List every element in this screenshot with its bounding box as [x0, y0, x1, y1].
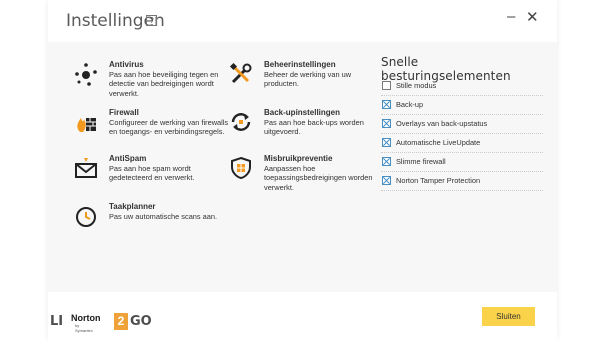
quick-item-slimme-firewall[interactable]: Slimme firewall — [381, 153, 543, 172]
help-icon[interactable]: ? — [146, 15, 157, 26]
setting-title: Misbruikpreventie — [264, 154, 333, 163]
minimize-button[interactable]: – — [507, 8, 515, 25]
setting-desc: Pas aan hoe back-ups worden uitgevoerd. — [264, 118, 364, 137]
checkbox[interactable] — [382, 157, 391, 166]
quick-item-overlays[interactable]: Overlays van back-upstatus — [381, 115, 543, 134]
logo-text-left: LI — [50, 314, 64, 329]
setting-title: Taakplanner — [109, 202, 156, 211]
setting-desc: Configureer de werking van firewalls en … — [109, 118, 229, 137]
title-bar: Instellingen ? – ✕ — [48, 0, 557, 42]
setting-desc: Pas uw automatische scans aan. — [109, 212, 218, 221]
checkbox[interactable] — [382, 176, 391, 185]
quick-item-label: Slimme firewall — [396, 157, 446, 166]
settings-window: Instellingen ? – ✕ Antivirus Pas aan hoe… — [48, 0, 557, 340]
logo-norton-sub: by Symantec — [75, 323, 93, 333]
checkbox[interactable] — [382, 138, 391, 147]
close-window-button[interactable]: ✕ — [526, 8, 539, 26]
quick-item-label: Automatische LiveUpdate — [396, 138, 481, 147]
antispam-envelope-icon — [75, 158, 97, 178]
checkbox[interactable] — [382, 100, 391, 109]
quick-item-back-up[interactable]: Back-up — [381, 96, 543, 115]
checkbox[interactable] — [382, 81, 391, 90]
quick-item-tamper-protection[interactable]: Norton Tamper Protection — [381, 172, 543, 191]
quick-item-liveupdate[interactable]: Automatische LiveUpdate — [381, 134, 543, 153]
logo-norton: Norton — [71, 313, 101, 323]
setting-title: Beheerinstellingen — [264, 60, 336, 69]
quick-item-label: Stille modus — [396, 81, 437, 90]
wrench-screwdriver-icon — [229, 62, 252, 84]
logo-text-right: GO — [130, 314, 152, 329]
checkbox[interactable] — [382, 119, 391, 128]
setting-title: AntiSpam — [109, 154, 147, 163]
sluiten-button[interactable]: Sluiten — [482, 307, 535, 326]
setting-desc: Pas aan hoe spam wordt gedetecteerd en v… — [109, 164, 195, 183]
setting-desc: Pas aan hoe beveiliging tegen en detecti… — [109, 70, 219, 98]
clock-icon — [76, 207, 96, 227]
shield-grid-icon — [231, 156, 251, 180]
quick-item-label: Back-up — [396, 100, 424, 109]
logo-number: 2 — [114, 313, 128, 330]
setting-title: Antivirus — [109, 60, 144, 69]
setting-title: Back-upinstellingen — [264, 108, 341, 117]
quick-controls: Snelle besturingselementen Stille modus … — [381, 55, 543, 191]
quick-item-label: Overlays van back-upstatus — [396, 119, 488, 128]
quick-item-stille-modus[interactable]: Stille modus — [381, 77, 543, 96]
setting-desc: Aanpassen hoe toepassingsbedreigingen wo… — [264, 164, 373, 192]
firewall-icon — [77, 118, 96, 132]
antivirus-icon — [75, 63, 97, 86]
quick-item-label: Norton Tamper Protection — [396, 176, 481, 185]
settings-body: Antivirus Pas aan hoe beveiliging tegen … — [48, 42, 557, 292]
backup-icon — [231, 113, 251, 131]
setting-desc: Beheer de werking van uw producten. — [264, 70, 352, 89]
setting-title: Firewall — [109, 108, 139, 117]
